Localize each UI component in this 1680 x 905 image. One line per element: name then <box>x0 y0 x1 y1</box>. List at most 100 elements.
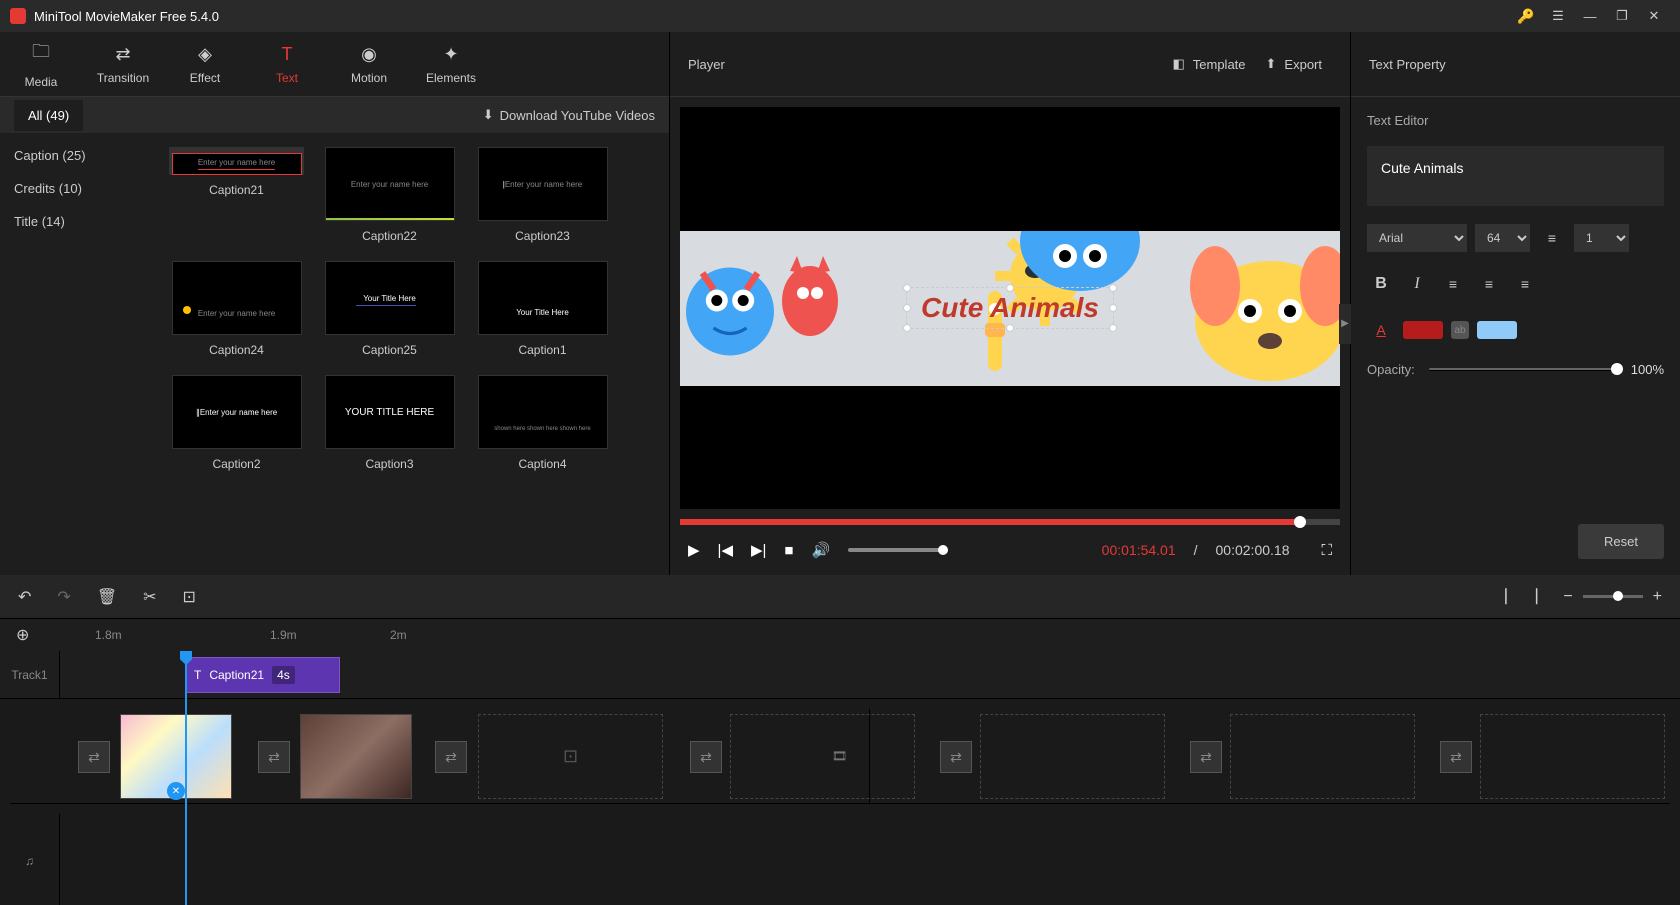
transition-slot[interactable]: ⇄ <box>78 741 110 773</box>
zoom-out-button[interactable]: − <box>1563 588 1572 606</box>
transition-slot[interactable]: ⇄ <box>258 741 290 773</box>
minimize-button[interactable]: — <box>1574 0 1606 32</box>
fit-button[interactable]: ⎸⎹ <box>1505 588 1537 606</box>
stop-button[interactable]: ■ <box>784 542 793 559</box>
video-preview[interactable]: Cute Animals <box>680 107 1340 509</box>
cat-title[interactable]: Title (14) <box>0 205 155 238</box>
tab-media-label: Media <box>25 75 58 89</box>
add-track-button[interactable]: ⊕ <box>16 625 29 645</box>
subtab-all[interactable]: All (49) <box>14 100 83 131</box>
timeline-ruler[interactable]: ⊕ 1.8m 1.9m 2m <box>0 619 1680 651</box>
thumb-caption2[interactable]: ∥ Enter your name hereCaption2 <box>169 375 304 471</box>
crop-button[interactable]: ⊡ <box>183 587 196 607</box>
zoom-slider[interactable] <box>1583 595 1643 598</box>
thumb-caption3[interactable]: YOUR TITLE HERECaption3 <box>322 375 457 471</box>
scrub-bar[interactable] <box>680 519 1340 525</box>
transition-slot[interactable]: ⇄ <box>1190 741 1222 773</box>
play-button[interactable]: ▶ <box>688 541 700 559</box>
download-youtube-link[interactable]: ⬇Download YouTube Videos <box>483 107 655 123</box>
export-button[interactable]: ⬆Export <box>1256 50 1332 78</box>
thumb-caption25[interactable]: Your Title HereCaption25 <box>322 261 457 357</box>
cat-caption[interactable]: Caption (25) <box>0 139 155 172</box>
tab-text-label: Text <box>276 71 298 85</box>
cartoon-red-devil <box>775 241 845 341</box>
text-track[interactable]: Track1 T Caption21 4s <box>0 651 1680 699</box>
volume-icon[interactable]: 🔊 <box>811 541 830 559</box>
font-size-select[interactable]: 64 <box>1475 224 1530 252</box>
align-center-button[interactable]: ≡ <box>1475 270 1503 298</box>
thumb-caption24[interactable]: Enter your name hereCaption24 <box>169 261 304 357</box>
text-input[interactable]: Cute Animals <box>1367 146 1664 206</box>
tab-media[interactable]: 🗀Media <box>0 32 82 96</box>
prev-frame-button[interactable]: |◀ <box>718 541 733 559</box>
align-right-button[interactable]: ≡ <box>1511 270 1539 298</box>
tab-text[interactable]: TText <box>246 32 328 96</box>
thumb-caption21[interactable]: Enter your name hereCaption21 <box>169 147 304 175</box>
italic-button[interactable]: I <box>1403 270 1431 298</box>
resize-handle[interactable] <box>1109 304 1117 312</box>
close-button[interactable]: ✕ <box>1638 0 1670 32</box>
resize-handle[interactable] <box>1006 284 1014 292</box>
video-frame: Cute Animals <box>680 231 1340 386</box>
volume-slider[interactable] <box>848 548 948 552</box>
empty-slot[interactable] <box>730 714 915 799</box>
align-left-button[interactable]: ≡ <box>1439 270 1467 298</box>
transition-slot[interactable]: ⇄ <box>690 741 722 773</box>
cat-credits[interactable]: Credits (10) <box>0 172 155 205</box>
thumb-caption22[interactable]: Enter your name hereCaption22 <box>322 147 457 243</box>
thumb-caption1[interactable]: Your Title HereCaption1 <box>475 261 610 357</box>
tab-motion[interactable]: ◉Motion <box>328 32 410 96</box>
text-overlay-box[interactable]: Cute Animals <box>906 287 1114 329</box>
transition-slot[interactable]: ⇄ <box>1440 741 1472 773</box>
fullscreen-button[interactable]: ⛶ <box>1321 542 1332 559</box>
video-track[interactable]: 🎞 ⇄ ✕ ⇄ ⇄ ⊡ ⇄ ⇄ ⇄ ⇄ <box>10 709 1670 804</box>
color-swatch-blue[interactable] <box>1477 321 1517 339</box>
template-grid[interactable]: Enter your name hereCaption21 Enter your… <box>155 133 669 575</box>
color-swatch-red[interactable] <box>1403 321 1443 339</box>
line-height-select[interactable]: 1 <box>1574 224 1629 252</box>
thumb-caption23[interactable]: | Enter your name hereCaption23 <box>475 147 610 243</box>
resize-handle[interactable] <box>903 304 911 312</box>
template-button[interactable]: ◧Template <box>1162 50 1255 78</box>
tab-transition[interactable]: ⇄Transition <box>82 32 164 96</box>
video-clip-1[interactable]: ✕ <box>120 714 232 799</box>
empty-slot[interactable] <box>1480 714 1665 799</box>
empty-slot[interactable] <box>980 714 1165 799</box>
highlight-toggle[interactable]: ab <box>1451 321 1469 339</box>
clip-delete-icon[interactable]: ✕ <box>167 782 185 800</box>
tab-elements[interactable]: ✦Elements <box>410 32 492 96</box>
zoom-in-button[interactable]: + <box>1653 588 1662 606</box>
bold-button[interactable]: B <box>1367 270 1395 298</box>
text-clip[interactable]: T Caption21 4s <box>185 657 340 693</box>
font-select[interactable]: Arial <box>1367 224 1467 252</box>
split-button[interactable]: ✂ <box>143 587 156 607</box>
clip-duration: 4s <box>272 666 295 684</box>
maximize-button[interactable]: ❐ <box>1606 0 1638 32</box>
next-frame-button[interactable]: ▶| <box>751 541 766 559</box>
empty-slot[interactable] <box>1230 714 1415 799</box>
resize-handle[interactable] <box>1109 324 1117 332</box>
transition-slot[interactable]: ⇄ <box>435 741 467 773</box>
undo-button[interactable]: ↶ <box>18 587 31 607</box>
opacity-slider[interactable] <box>1429 368 1617 371</box>
menu-icon[interactable]: ☰ <box>1542 0 1574 32</box>
resize-handle[interactable] <box>903 324 911 332</box>
text-color-icon[interactable]: A <box>1367 316 1395 344</box>
resize-handle[interactable] <box>1109 284 1117 292</box>
thumb-caption4[interactable]: shown here shown here shown hereCaption4 <box>475 375 610 471</box>
redo-button[interactable]: ↷ <box>57 587 70 607</box>
delete-button[interactable]: 🗑 <box>97 587 117 607</box>
collapse-panel-button[interactable]: ▶ <box>1339 304 1351 344</box>
video-clip-2[interactable] <box>300 714 412 799</box>
resize-handle[interactable] <box>1006 324 1014 332</box>
reset-button[interactable]: Reset <box>1578 524 1664 559</box>
license-key-icon[interactable]: 🔑 <box>1510 0 1542 32</box>
audio-track[interactable]: ♫ <box>0 814 1680 905</box>
tab-effect[interactable]: ◈Effect <box>164 32 246 96</box>
transition-slot[interactable]: ⇄ <box>940 741 972 773</box>
empty-slot[interactable]: ⊡ <box>478 714 663 799</box>
line-spacing-icon[interactable]: ≡ <box>1538 224 1566 252</box>
playhead[interactable] <box>185 651 187 905</box>
effect-icon: ◈ <box>198 44 212 65</box>
resize-handle[interactable] <box>903 284 911 292</box>
